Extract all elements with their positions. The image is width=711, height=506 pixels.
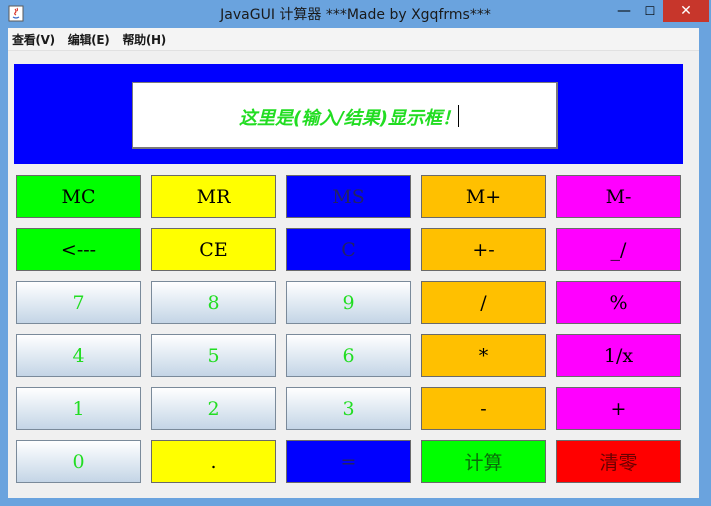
clear-entry-button[interactable]: CE [151,228,276,271]
digit-5-button[interactable]: 5 [151,334,276,377]
calculator-window: JavaGUI 计算器 ***Made by Xgqfrms*** — ☐ ✕ … [0,0,711,506]
memory-store-button[interactable]: MS [286,175,411,218]
reciprocal-button[interactable]: 1/x [556,334,681,377]
digit-4-button[interactable]: 4 [16,334,141,377]
digit-1-button[interactable]: 1 [16,387,141,430]
percent-button[interactable]: % [556,281,681,324]
menu-edit[interactable]: 编辑(E) [68,31,110,48]
calculate-button[interactable]: 计算 [421,440,546,483]
equals-button[interactable]: = [286,440,411,483]
digit-7-button[interactable]: 7 [16,281,141,324]
minimize-button[interactable]: — [612,0,636,22]
sqrt-button[interactable]: _/ [556,228,681,271]
digit-9-button[interactable]: 9 [286,281,411,324]
decimal-button[interactable]: . [151,440,276,483]
multiply-button[interactable]: * [421,334,546,377]
divide-button[interactable]: / [421,281,546,324]
reset-button[interactable]: 清零 [556,440,681,483]
display-input[interactable]: 这里是(输入/结果)显示框！ [132,82,558,149]
digit-6-button[interactable]: 6 [286,334,411,377]
memory-subtract-button[interactable]: M- [556,175,681,218]
window-title: JavaGUI 计算器 ***Made by Xgqfrms*** [220,7,491,23]
digit-8-button[interactable]: 8 [151,281,276,324]
digit-2-button[interactable]: 2 [151,387,276,430]
digit-0-button[interactable]: 0 [16,440,141,483]
display-panel: 这里是(输入/结果)显示框！ [14,64,683,164]
plus-button[interactable]: + [556,387,681,430]
maximize-button[interactable]: ☐ [638,0,662,22]
menu-bar: 查看(V) 编辑(E) 帮助(H) [8,28,699,51]
window-border [699,28,711,506]
minus-button[interactable]: - [421,387,546,430]
close-button[interactable]: ✕ [663,0,709,22]
negate-button[interactable]: +- [421,228,546,271]
digit-3-button[interactable]: 3 [286,387,411,430]
memory-recall-button[interactable]: MR [151,175,276,218]
text-caret [458,105,459,127]
menu-help[interactable]: 帮助(H) [122,31,166,48]
client-area: 查看(V) 编辑(E) 帮助(H) 这里是(输入/结果)显示框！ MC MR MS M… [8,28,699,498]
memory-clear-button[interactable]: MC [16,175,141,218]
backspace-button[interactable]: <--- [16,228,141,271]
menu-view[interactable]: 查看(V) [12,31,55,48]
title-bar[interactable]: JavaGUI 计算器 ***Made by Xgqfrms*** — ☐ ✕ [0,0,711,28]
clear-button[interactable]: C [286,228,411,271]
memory-add-button[interactable]: M+ [421,175,546,218]
display-text: 这里是(输入/结果)显示框！ [238,108,460,129]
